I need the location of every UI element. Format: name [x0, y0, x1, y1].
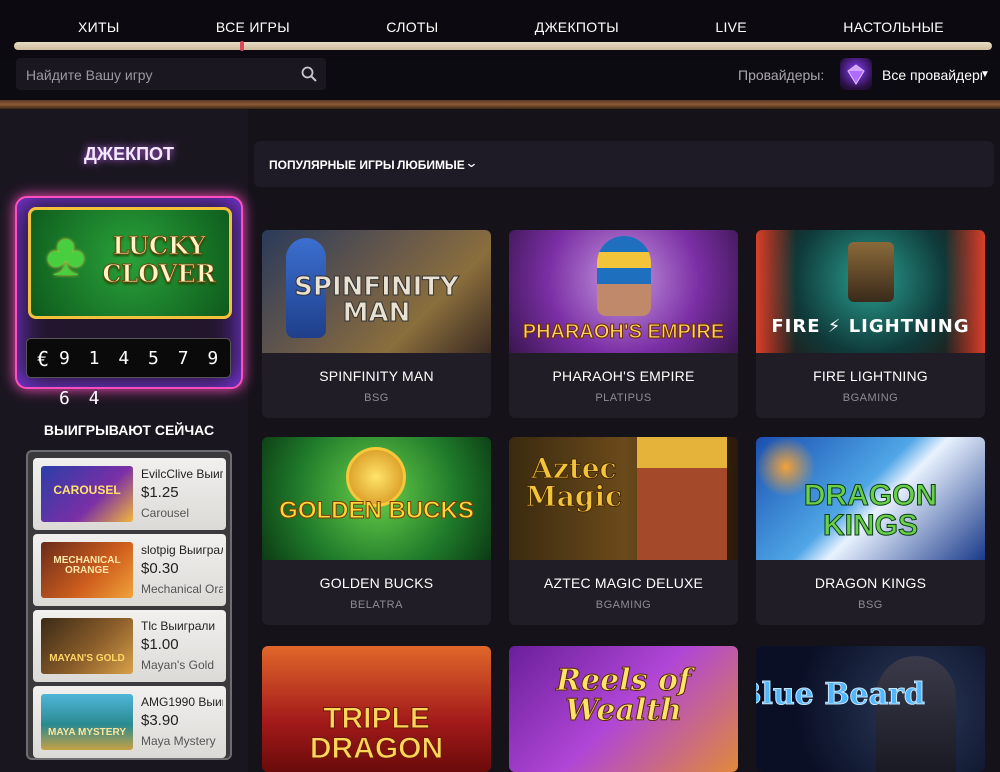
wood-divider — [0, 100, 1000, 109]
providers-label: Провайдеры: — [738, 67, 825, 83]
game-name: DRAGON KINGS — [814, 575, 927, 591]
game-card[interactable]: Reels of Wealth — [509, 646, 738, 772]
winner-username: Tlc Выиграли — [141, 619, 216, 633]
game-name: FIRE LIGHTNING — [813, 368, 928, 384]
game-provider: BGAMING — [842, 392, 899, 404]
search-placeholder: Найдите Вашу игру — [26, 67, 153, 83]
jackpot-game-logo: LUCKY CLOVER — [102, 231, 216, 288]
filter-popular-games[interactable]: ПОПУЛЯРНЫЕ ИГРЫ — [269, 158, 395, 172]
winners-title: ВЫИГРЫВАЮТ СЕЙЧАС — [43, 422, 215, 438]
winner-item[interactable]: MAYA MYSTERY AMG1990 Выиграл $3.90 Maya … — [33, 686, 226, 758]
tab-hits[interactable]: ХИТЫ — [70, 19, 128, 35]
game-thumbnail[interactable]: GOLDEN BUCKS — [262, 437, 491, 560]
winner-game-thumb: MECHANICAL ORANGE — [41, 542, 133, 598]
game-card[interactable]: DRAGON KINGS DRAGON KINGS BSG — [756, 437, 985, 625]
game-card[interactable]: GOLDEN BUCKS GOLDEN BUCKS BELATRA — [262, 437, 491, 625]
winner-amount: $1.00 — [141, 636, 179, 653]
chevron-down-icon[interactable]: ▼ — [980, 69, 990, 80]
tab-all-games[interactable]: ВСЕ ИГРЫ — [208, 19, 298, 35]
game-thumbnail[interactable]: Aztec Magic — [509, 437, 738, 560]
game-thumbnail[interactable]: FIRE ⚡ LIGHTNING — [756, 230, 985, 353]
providers-select[interactable]: Все провайдеры — [882, 67, 982, 83]
tab-live[interactable]: LIVE — [707, 19, 755, 35]
winner-game: Mayan's Gold — [141, 658, 214, 672]
winner-item[interactable]: MECHANICAL ORANGE slotpig Выиграл $0.30 … — [33, 534, 226, 606]
game-thumbnail[interactable]: TRIPLE DRAGON — [262, 646, 491, 772]
tab-scroll-rail[interactable] — [14, 41, 992, 51]
tab-table-games[interactable]: НАСТОЛЬНЫЕ — [835, 19, 952, 35]
winner-amount: $1.25 — [141, 484, 179, 501]
game-name: PHARAOH'S EMPIRE — [552, 368, 695, 384]
game-provider: BSG — [364, 392, 389, 404]
game-card[interactable]: PHARAOH'S EMPIRE PHARAOH'S EMPIRE PLATIP… — [509, 230, 738, 418]
jackpot-counter: € 9 1 4 5 7 9 6 4 — [26, 338, 231, 409]
game-card[interactable]: Blue Beard — [756, 646, 985, 772]
search-icon[interactable] — [301, 66, 317, 82]
winner-amount: $0.30 — [141, 560, 179, 577]
winner-game: Mechanical Orange — [141, 582, 223, 596]
game-provider: PLATIPUS — [595, 392, 652, 404]
winner-username: EvilcClive Выиграл — [141, 467, 223, 481]
winner-game: Maya Mystery — [141, 734, 216, 748]
winner-item[interactable]: MAYAN'S GOLD Tlc Выиграли $1.00 Mayan's … — [33, 610, 226, 682]
game-provider: BELATRA — [350, 599, 403, 611]
provider-gem-icon[interactable] — [840, 58, 872, 90]
game-name: GOLDEN BUCKS — [319, 575, 434, 591]
game-provider: BGAMING — [595, 599, 652, 611]
active-tab-marker — [240, 41, 244, 51]
game-name: AZTEC MAGIC DELUXE — [543, 575, 704, 591]
winner-username: AMG1990 Выиграл — [141, 695, 223, 709]
game-name: SPINFINITY MAN — [319, 368, 434, 384]
winner-amount: $3.90 — [141, 712, 179, 729]
category-tabs: ХИТЫ ВСЕ ИГРЫ СЛОТЫ ДЖЕКПОТЫ LIVE НАСТОЛ… — [0, 7, 1000, 47]
currency-symbol: € — [37, 347, 54, 371]
jackpot-title: ДЖЕКПОТ — [83, 144, 175, 164]
game-thumbnail[interactable]: Blue Beard — [756, 646, 985, 772]
game-thumbnail[interactable]: Reels of Wealth — [509, 646, 738, 772]
tab-slots[interactable]: СЛОТЫ — [378, 19, 446, 35]
winner-game: Carousel — [141, 506, 190, 520]
game-card[interactable]: Aztec Magic AZTEC MAGIC DELUXE BGAMING — [509, 437, 738, 625]
game-thumbnail[interactable]: PHARAOH'S EMPIRE — [509, 230, 738, 353]
game-thumbnail[interactable]: SPINFINITY MAN — [262, 230, 491, 353]
game-provider: BSG — [858, 599, 883, 611]
winner-game-thumb: MAYAN'S GOLD — [41, 618, 133, 674]
game-card[interactable]: SPINFINITY MAN SPINFINITY MAN BSG — [262, 230, 491, 418]
winner-username: slotpig Выиграл — [141, 543, 223, 557]
clover-icon: ♣ — [46, 221, 86, 288]
winner-item[interactable]: CAROUSEL EvilcClive Выиграл $1.25 Carous… — [33, 458, 226, 530]
filter-favorites[interactable]: ЛЮБИМЫЕ — [397, 158, 465, 172]
game-card[interactable]: TRIPLE DRAGON — [262, 646, 491, 772]
game-thumbnail[interactable]: DRAGON KINGS — [756, 437, 985, 560]
winners-list[interactable]: CAROUSEL EvilcClive Выиграл $1.25 Carous… — [26, 450, 232, 760]
tab-jackpots[interactable]: ДЖЕКПОТЫ — [527, 19, 627, 35]
chevron-down-icon[interactable]: ⌄ — [464, 155, 478, 171]
winner-game-thumb: CAROUSEL — [41, 466, 133, 522]
game-card[interactable]: FIRE ⚡ LIGHTNING FIRE LIGHTNING BGAMING — [756, 230, 985, 418]
winner-game-thumb: MAYA MYSTERY — [41, 694, 133, 750]
